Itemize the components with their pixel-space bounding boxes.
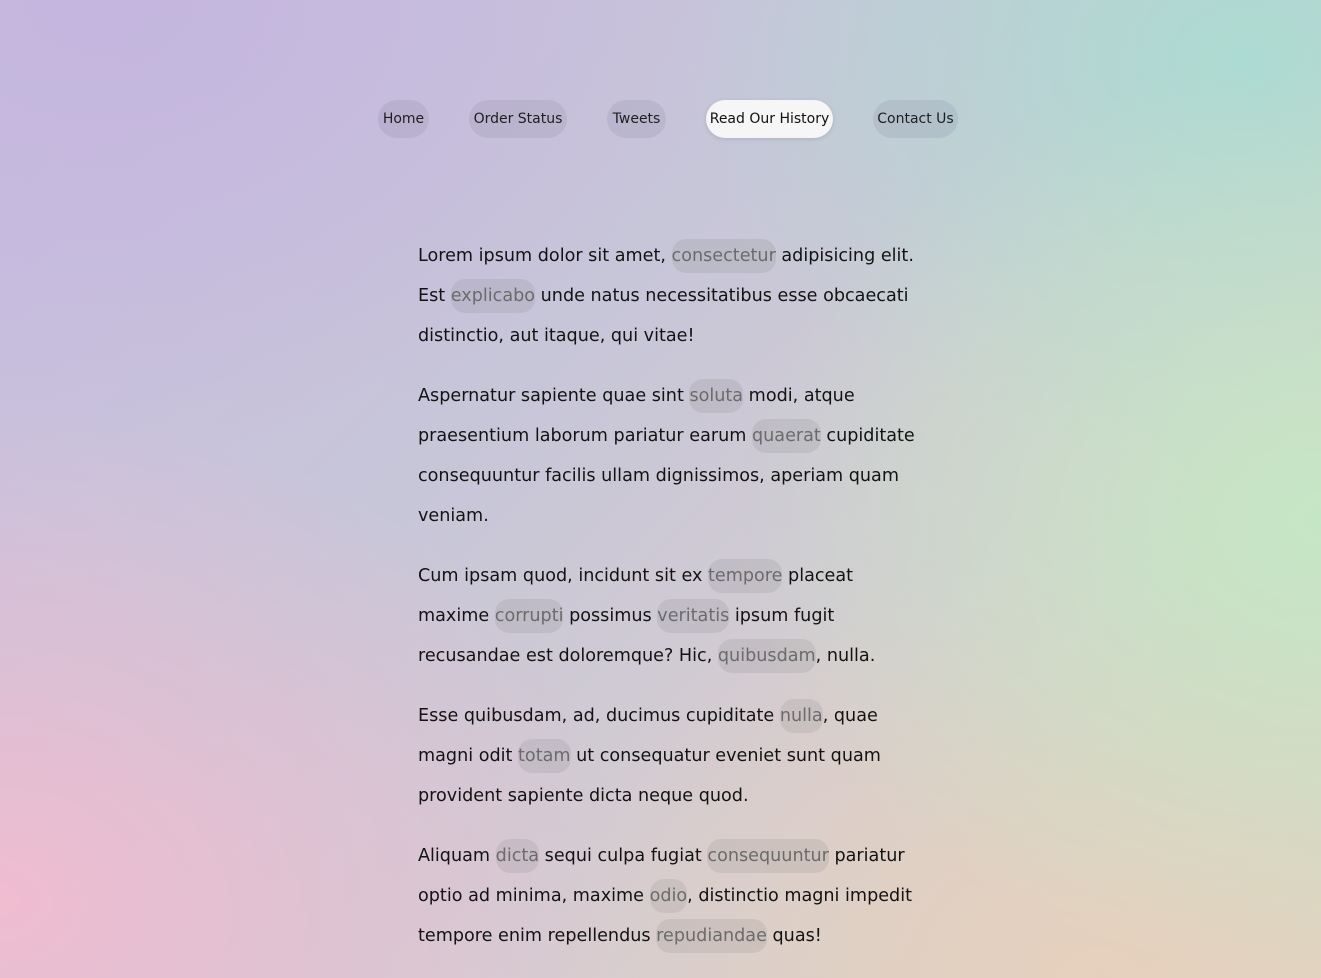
highlighted-word: consequuntur [707,839,829,873]
nav-tweets-button[interactable]: Tweets [607,100,666,138]
nav-contact-us-button[interactable]: Contact Us [873,100,958,138]
article-paragraph: Aliquam dicta sequi culpa fugiat consequ… [418,836,918,956]
article-paragraph: Cum ipsam quod, incidunt sit ex tempore … [418,556,918,676]
paragraph-text: Aliquam [418,846,496,866]
article-paragraph: Esse quibusdam, ad, ducimus cupiditate n… [418,696,918,816]
highlighted-word: consectetur [671,239,776,273]
highlighted-word: repudiandae [656,919,767,953]
highlighted-word: explicabo [450,279,536,313]
paragraph-text: Cum ipsam quod, incidunt sit ex [418,566,708,586]
paragraph-text: quas! [766,926,822,946]
paragraph-text: possimus [563,606,658,626]
paragraph-text: Esse quibusdam, ad, ducimus cupiditate [418,706,780,726]
highlighted-word: nulla [779,699,823,733]
paragraph-text: sequi culpa fugiat [539,846,708,866]
article-paragraph: Lorem ipsum dolor sit amet, consectetur … [418,236,918,356]
article-paragraph: Aspernatur sapiente quae sint soluta mod… [418,376,918,536]
highlighted-word: soluta [689,379,744,413]
nav-home-button[interactable]: Home [378,100,429,138]
history-article: Lorem ipsum dolor sit amet, consectetur … [418,236,918,976]
nav-order-status-button[interactable]: Order Status [469,100,567,138]
paragraph-text: Aspernatur sapiente quae sint [418,386,690,406]
nav-read-our-history-button[interactable]: Read Our History [706,100,833,138]
highlighted-word: odio [649,879,688,913]
main-nav: Home Order Status Tweets Read Our Histor… [0,100,1321,138]
paragraph-text: , nulla. [815,646,876,666]
highlighted-word: veritatis [657,599,730,633]
highlighted-word: quaerat [751,419,821,453]
paragraph-text: Lorem ipsum dolor sit amet, [418,246,672,266]
highlighted-word: tempore [707,559,783,593]
highlighted-word: quibusdam [717,639,816,673]
highlighted-word: corrupti [494,599,564,633]
highlighted-word: totam [518,739,571,773]
highlighted-word: dicta [495,839,540,873]
